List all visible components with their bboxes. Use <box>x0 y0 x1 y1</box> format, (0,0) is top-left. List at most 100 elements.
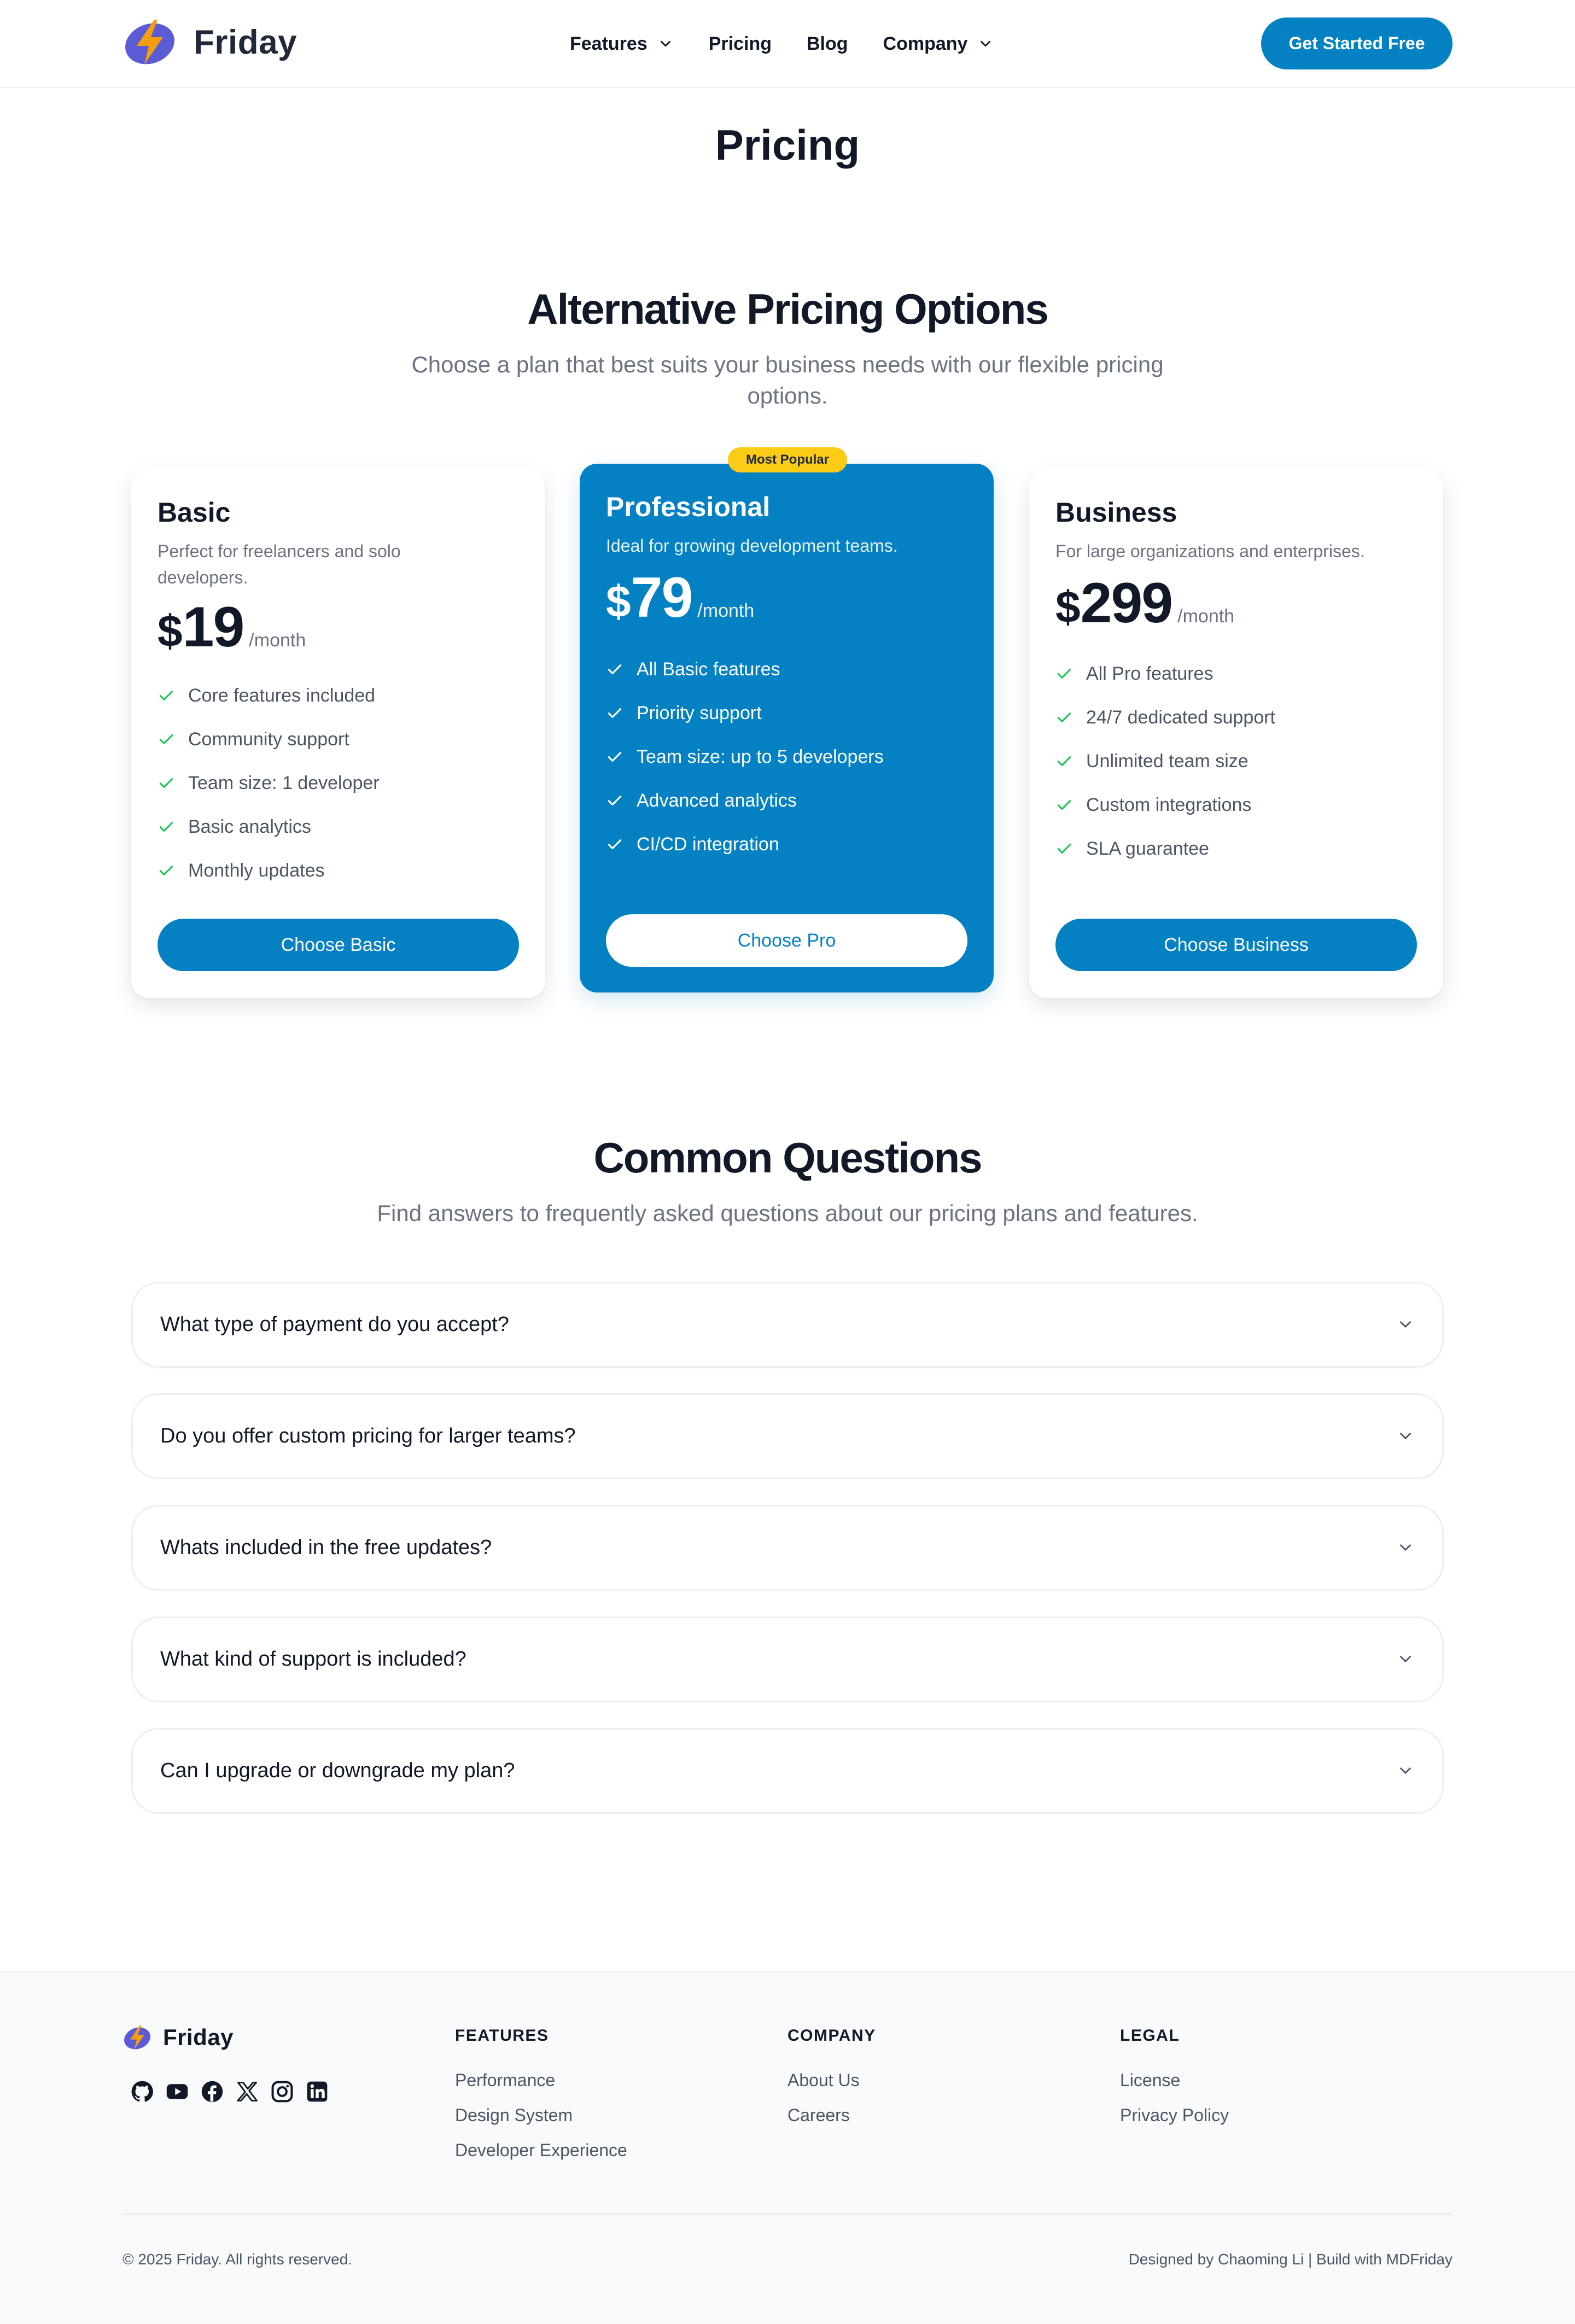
check-icon <box>159 691 173 700</box>
nav-blog[interactable]: Blog <box>807 33 848 55</box>
footer-link[interactable]: License <box>1120 2063 1229 2098</box>
footer-link[interactable]: Privacy Policy <box>1120 2098 1229 2133</box>
plan-feature: Core features included <box>158 674 380 717</box>
check-icon <box>159 778 173 788</box>
check-icon <box>159 822 173 832</box>
nav-features-label: Features <box>570 33 648 54</box>
plan-feature: Basic analytics <box>158 805 380 849</box>
plan-description: Ideal for growing development teams. <box>606 536 898 556</box>
youtube-icon[interactable] <box>165 2080 189 2104</box>
choose-pro-button[interactable]: Choose Pro <box>606 914 967 967</box>
get-started-button[interactable]: Get Started Free <box>1261 17 1452 69</box>
nav-features[interactable]: Features <box>570 33 674 55</box>
faq-item[interactable]: Do you offer custom pricing for larger t… <box>131 1393 1444 1479</box>
x-icon[interactable] <box>235 2080 259 2104</box>
faq-question: Whats included in the free updates? <box>160 1536 492 1559</box>
faq-question: Can I upgrade or downgrade my plan? <box>160 1759 515 1782</box>
plan-feature-list: All Pro features 24/7 dedicated support … <box>1055 652 1275 871</box>
site-footer: Friday FEATURES Performance Design Syste… <box>0 1971 1575 2324</box>
plan-feature: All Basic features <box>606 647 884 691</box>
plan-card-basic: Basic Perfect for freelancers and solo d… <box>131 469 545 998</box>
plan-feature-label: All Basic features <box>637 658 780 680</box>
price-currency: $ <box>1055 582 1081 632</box>
linkedin-icon[interactable] <box>305 2080 329 2104</box>
footer-column-features: FEATURES Performance Design System Devel… <box>455 2027 627 2168</box>
check-icon <box>159 734 173 744</box>
chevron-down-icon <box>1400 1656 1411 1662</box>
footer-link[interactable]: Careers <box>788 2098 876 2133</box>
facebook-icon[interactable] <box>200 2080 224 2104</box>
copyright-text: © 2025 Friday. All rights reserved. <box>122 2251 353 2268</box>
credit-text[interactable]: Designed by Chaoming Li | Build with MDF… <box>1129 2251 1452 2268</box>
plan-price: $ 79 /month <box>606 565 754 630</box>
faq-item[interactable]: What kind of support is included? <box>131 1616 1444 1702</box>
plan-price: $ 19 /month <box>158 595 306 660</box>
github-icon[interactable] <box>130 2080 154 2104</box>
plan-feature-label: CI/CD integration <box>637 833 779 855</box>
chevron-down-icon <box>981 40 991 47</box>
footer-column-company: COMPANY About Us Careers <box>788 2027 876 2133</box>
plan-feature-label: Unlimited team size <box>1086 750 1249 772</box>
choose-business-button[interactable]: Choose Business <box>1055 919 1417 971</box>
lightning-logo-icon <box>124 2025 150 2049</box>
plan-description: For large organizations and enterprises. <box>1055 541 1365 561</box>
instagram-icon[interactable] <box>270 2080 294 2104</box>
footer-column-heading: FEATURES <box>455 2027 549 2045</box>
check-icon <box>1057 669 1071 679</box>
plan-name: Professional <box>606 492 771 522</box>
faq-question: What kind of support is included? <box>160 1648 466 1671</box>
lightning-logo-icon <box>125 20 174 65</box>
pricing-section-title: Alternative Pricing Options <box>527 285 1049 333</box>
faq-item[interactable]: What type of payment do you accept? <box>131 1282 1444 1368</box>
faq-section-title: Common Questions <box>593 1134 982 1182</box>
check-icon <box>1057 756 1071 766</box>
most-popular-badge: Most Popular <box>728 447 847 472</box>
page-title: Pricing <box>715 121 860 169</box>
plan-feature-label: Custom integrations <box>1086 794 1252 815</box>
footer-link[interactable]: Developer Experience <box>455 2133 627 2168</box>
chevron-down-icon <box>1400 1321 1411 1328</box>
plan-feature: Unlimited team size <box>1055 739 1275 783</box>
plan-feature-list: All Basic features Priority support Team… <box>606 647 884 866</box>
check-icon <box>608 839 622 849</box>
nav-blog-label: Blog <box>806 33 848 54</box>
check-icon <box>608 752 622 762</box>
choose-basic-button[interactable]: Choose Basic <box>158 919 519 971</box>
footer-link[interactable]: Performance <box>455 2063 627 2098</box>
price-currency: $ <box>158 606 183 656</box>
nav-pricing[interactable]: Pricing <box>709 33 772 55</box>
plan-feature: SLA guarantee <box>1055 827 1275 871</box>
brand-name: Friday <box>194 23 298 61</box>
footer-brand-name: Friday <box>163 2024 234 2050</box>
plan-feature: Community support <box>158 717 380 761</box>
site-header: Friday Features Pricing Blog Company Get… <box>0 0 1575 88</box>
plan-feature: Priority support <box>606 691 884 735</box>
footer-brand-logo[interactable]: Friday <box>122 2024 234 2051</box>
footer-column-heading: LEGAL <box>1120 2027 1180 2045</box>
plan-feature-label: Community support <box>188 728 349 750</box>
nav-company[interactable]: Company <box>883 33 994 55</box>
plan-feature-label: Basic analytics <box>188 816 311 837</box>
footer-link[interactable]: About Us <box>788 2063 876 2098</box>
plan-feature-label: SLA guarantee <box>1086 838 1209 859</box>
brand-logo[interactable]: Friday <box>122 17 297 67</box>
faq-item[interactable]: Can I upgrade or downgrade my plan? <box>131 1728 1444 1814</box>
plan-feature: Monthly updates <box>158 849 380 892</box>
footer-link[interactable]: Design System <box>455 2098 627 2133</box>
nav-pricing-label: Pricing <box>708 33 772 54</box>
faq-question: What type of payment do you accept? <box>160 1313 509 1336</box>
footer-column-legal: LEGAL License Privacy Policy <box>1120 2027 1229 2133</box>
plan-feature-label: 24/7 dedicated support <box>1086 706 1275 728</box>
plan-feature-label: Core features included <box>188 685 376 706</box>
price-amount: 79 <box>631 566 693 629</box>
faq-item[interactable]: Whats included in the free updates? <box>131 1505 1444 1591</box>
plan-feature: Team size: up to 5 developers <box>606 735 884 779</box>
plan-name: Business <box>1055 497 1177 528</box>
price-period: /month <box>1177 606 1235 627</box>
chevron-down-icon <box>1400 1544 1411 1551</box>
chevron-down-icon <box>1400 1433 1411 1439</box>
plan-feature-label: Team size: up to 5 developers <box>637 746 884 767</box>
pricing-subtitle-line-2: options. <box>747 383 828 408</box>
pricing-subtitle-line-1: Choose a plan that best suits your busin… <box>411 352 1164 377</box>
chevron-down-icon <box>660 40 670 47</box>
